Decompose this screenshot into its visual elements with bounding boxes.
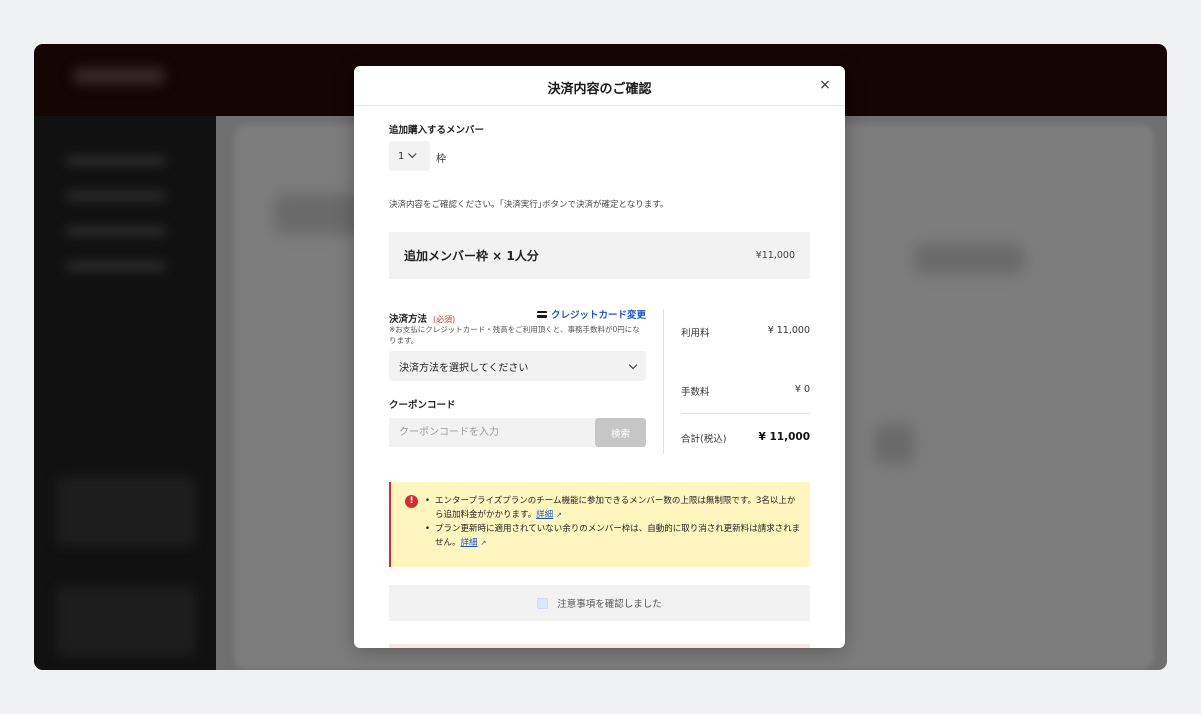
total-label: 合計(税込) bbox=[681, 434, 727, 445]
warning-notice: ! エンタープライズプランのチーム機能に参加できるメンバー数の上限は無制限です。… bbox=[389, 482, 810, 567]
acknowledge-checkbox[interactable] bbox=[537, 597, 549, 609]
payment-method-label: 決済方法 bbox=[389, 314, 428, 325]
member-label: 追加購入するメンバー bbox=[389, 125, 485, 136]
background-blur bbox=[874, 424, 914, 464]
member-quantity-select[interactable]: 1 bbox=[389, 141, 430, 171]
alert-icon: ! bbox=[405, 495, 418, 508]
background-sidebar-item bbox=[66, 156, 166, 166]
usage-fee-label: 利用料 bbox=[681, 328, 710, 339]
change-card-link[interactable]: クレジットカード変更 bbox=[536, 307, 646, 321]
detail-link[interactable]: 詳細 bbox=[536, 510, 553, 520]
member-quantity-value: 1 bbox=[398, 150, 405, 162]
modal-header: 決済内容のご確認 × bbox=[354, 66, 845, 106]
modal-title: 決済内容のご確認 bbox=[547, 82, 652, 97]
warning-list: エンタープライズプランのチーム機能に参加できるメンバー数の上限は無制限です。3名… bbox=[425, 494, 803, 550]
detail-link[interactable]: 詳細 bbox=[461, 538, 478, 548]
background-sidebar bbox=[34, 116, 216, 670]
warning-item-text: プラン更新時に適用されていない余りのメンバー枠は、自動的に取り消され更新料は請求… bbox=[435, 524, 801, 548]
handling-fee-value: ¥ 0 bbox=[794, 384, 810, 395]
close-icon[interactable]: × bbox=[817, 77, 833, 93]
summary-divider bbox=[681, 413, 810, 414]
payment-header: 決済方法 (必須) クレジットカード変更 bbox=[389, 307, 646, 325]
line-item-name: 追加メンバー枠 × 1人分 bbox=[404, 249, 539, 263]
change-card-label: クレジットカード変更 bbox=[550, 310, 646, 321]
background-sidebar-item bbox=[66, 191, 166, 201]
payment-section: 決済方法 (必須) クレジットカード変更 ※お支払にクレジットカード・残高をご利用… bbox=[389, 307, 646, 447]
handling-fee-row: 手数料 ¥ 0 bbox=[681, 384, 810, 398]
chevron-down-icon bbox=[628, 360, 638, 369]
confirm-note: 決済内容をご確認ください。｢決済実行｣ボタンで決済が確定となります。 bbox=[389, 200, 669, 210]
warning-item: プラン更新時に適用されていない余りのメンバー枠は、自動的に取り消され更新料は請求… bbox=[425, 522, 803, 550]
required-badge: (必須) bbox=[433, 315, 456, 324]
acknowledge-checkbox-row[interactable]: 注意事項を確認しました bbox=[389, 585, 810, 621]
total-value: ¥ 11,000 bbox=[758, 431, 810, 443]
total-row: 合計(税込) ¥ 11,000 bbox=[681, 431, 810, 445]
line-item: 追加メンバー枠 × 1人分 ¥11,000 bbox=[389, 232, 810, 279]
background-sidebar-item bbox=[66, 261, 166, 271]
vertical-divider bbox=[663, 309, 664, 454]
usage-fee-value: ¥ 11,000 bbox=[767, 325, 810, 336]
background-sidebar-card bbox=[56, 476, 196, 546]
external-link-icon: ↗ bbox=[480, 539, 487, 547]
member-unit: 枠 bbox=[436, 154, 446, 165]
payment-note: ※お支払にクレジットカード・残高をご利用頂くと、事務手数料が0円になります。 bbox=[389, 325, 640, 345]
payment-confirmation-modal: 決済内容のご確認 × 追加購入するメンバー 1 枠 決済内容をご確認ください。｢… bbox=[354, 66, 845, 648]
payment-method-select[interactable]: 決済方法を選択してください bbox=[389, 351, 646, 381]
credit-card-icon bbox=[536, 311, 547, 318]
partial-bottom-bar bbox=[389, 644, 810, 648]
line-item-price: ¥11,000 bbox=[755, 250, 795, 261]
payment-method-value: 決済方法を選択してください bbox=[399, 362, 529, 374]
background-blur bbox=[274, 194, 364, 234]
coupon-input[interactable] bbox=[389, 418, 595, 447]
warning-item-text: エンタープライズプランのチーム機能に参加できるメンバー数の上限は無制限です。3名… bbox=[435, 496, 796, 520]
coupon-row: 検索 bbox=[389, 418, 646, 447]
coupon-search-button[interactable]: 検索 bbox=[595, 418, 646, 447]
handling-fee-label: 手数料 bbox=[681, 387, 710, 398]
warning-item: エンタープライズプランのチーム機能に参加できるメンバー数の上限は無制限です。3名… bbox=[425, 494, 803, 522]
usage-fee-row: 利用料 ¥ 11,000 bbox=[681, 325, 810, 339]
background-blur bbox=[914, 244, 1024, 274]
chevron-down-icon bbox=[408, 149, 417, 159]
background-sidebar-card bbox=[56, 586, 196, 656]
acknowledge-label: 注意事項を確認しました bbox=[557, 599, 662, 610]
coupon-label: クーポンコード bbox=[389, 400, 456, 411]
background-logo bbox=[74, 68, 164, 84]
external-link-icon: ↗ bbox=[556, 511, 563, 519]
background-sidebar-item bbox=[66, 226, 166, 236]
